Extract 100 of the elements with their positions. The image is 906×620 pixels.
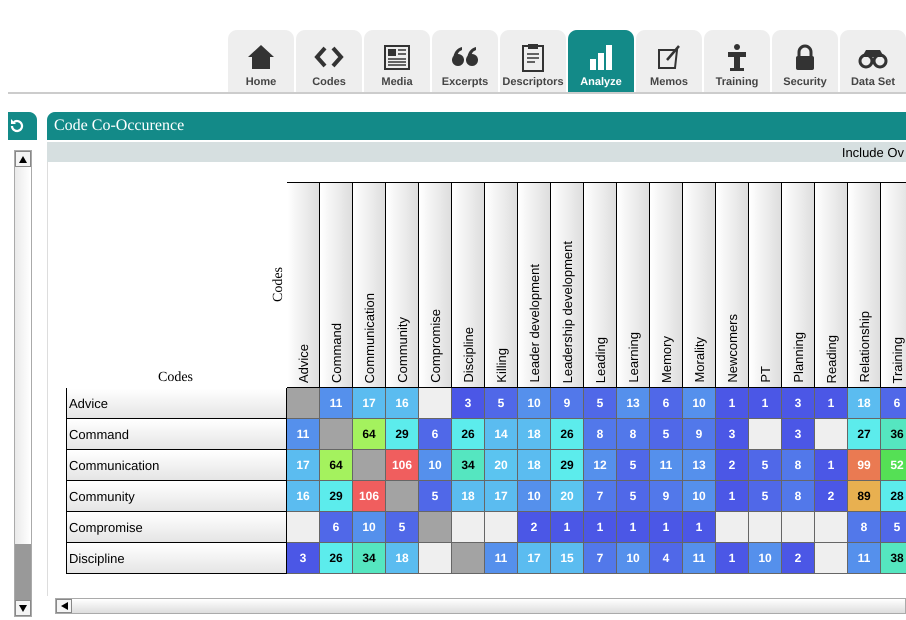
count-cell: 1 (584, 512, 617, 543)
tab[interactable]: Descriptors (500, 30, 566, 92)
column-header: Relationship (848, 182, 881, 388)
column-header: Compromise (419, 182, 452, 388)
include-option-label: Include Ov (842, 144, 904, 160)
column-axis-label: Codes (271, 267, 287, 302)
row-header: Communication (66, 450, 287, 481)
column-header: Advice (287, 182, 320, 388)
count-cell: 106 (353, 481, 386, 512)
row-axis-label: Codes (158, 370, 193, 386)
count-cell: 26 (551, 419, 584, 450)
count-cell: 6 (881, 388, 906, 419)
count-cell: 1 (683, 512, 716, 543)
tab[interactable]: Analyze (568, 30, 634, 92)
count-cell: 10 (683, 388, 716, 419)
count-cell: 28 (881, 481, 906, 512)
count-cell: 5 (485, 388, 518, 419)
horizontal-scrollbar[interactable] (55, 598, 906, 614)
count-cell: 5 (650, 419, 683, 450)
count-cell: 34 (353, 543, 386, 574)
count-cell: 10 (419, 450, 452, 481)
count-cell: 17 (353, 388, 386, 419)
count-cell: 10 (518, 481, 551, 512)
up-triangle-icon (19, 156, 27, 162)
column-header: Community (386, 182, 419, 388)
count-cell: 29 (320, 481, 353, 512)
count-cell: 3 (716, 419, 749, 450)
count-cell: 1 (716, 481, 749, 512)
tab[interactable]: Memos (636, 30, 702, 92)
column-header: Leading (584, 182, 617, 388)
count-cell: 38 (881, 543, 906, 574)
count-cell: 10 (683, 481, 716, 512)
row-header: Community (66, 481, 287, 512)
tab[interactable]: Home (228, 30, 294, 92)
count-cell: 5 (419, 481, 452, 512)
count-cell: 10 (749, 543, 782, 574)
count-cell: 11 (485, 543, 518, 574)
column-header: Newcomers (716, 182, 749, 388)
count-cell: 1 (716, 543, 749, 574)
row-header: Discipline (66, 543, 287, 574)
count-cell: 2 (815, 481, 848, 512)
count-cell: 29 (551, 450, 584, 481)
count-cell: 5 (386, 512, 419, 543)
count-cell: 6 (419, 419, 452, 450)
count-cell: 5 (881, 512, 906, 543)
column-header: Reading (815, 182, 848, 388)
count-cell: 10 (518, 388, 551, 419)
count-cell: 8 (848, 512, 881, 543)
count-cell: 18 (518, 450, 551, 481)
count-cell: 1 (815, 450, 848, 481)
count-cell: 1 (551, 512, 584, 543)
count-cell: 2 (518, 512, 551, 543)
count-cell: 15 (551, 543, 584, 574)
count-cell: 11 (320, 388, 353, 419)
count-cell: 3 (287, 543, 320, 574)
count-cell: 16 (287, 481, 320, 512)
count-cell: 9 (650, 481, 683, 512)
tab[interactable]: Security (772, 30, 838, 92)
column-header: Command (320, 182, 353, 388)
column-header: Communication (353, 182, 386, 388)
tab[interactable]: Codes (296, 30, 362, 92)
scroll-down-button[interactable] (15, 600, 31, 616)
tab[interactable]: Excerpts (432, 30, 498, 92)
column-header: PT (749, 182, 782, 388)
count-cell: 8 (584, 419, 617, 450)
count-cell: 106 (386, 450, 419, 481)
column-header: Memory (650, 182, 683, 388)
count-cell: 18 (848, 388, 881, 419)
count-cell: 1 (749, 388, 782, 419)
count-cell: 1 (716, 388, 749, 419)
count-cell: 5 (617, 481, 650, 512)
scroll-left-button[interactable] (56, 599, 72, 613)
column-header: Morality (683, 182, 716, 388)
count-cell: 18 (518, 419, 551, 450)
count-cell: 8 (782, 481, 815, 512)
tab[interactable]: Media (364, 30, 430, 92)
count-cell: 36 (881, 419, 906, 450)
vertical-scrollbar[interactable] (14, 150, 32, 617)
row-header: Compromise (66, 512, 287, 543)
count-cell: 11 (650, 450, 683, 481)
left-triangle-icon (60, 602, 68, 610)
row-header: Command (66, 419, 287, 450)
count-cell: 5 (749, 450, 782, 481)
refresh-icon[interactable] (8, 117, 26, 135)
column-header: Training (881, 182, 906, 388)
column-header: Discipline (452, 182, 485, 388)
count-cell: 5 (584, 388, 617, 419)
tab[interactable]: Data Set (840, 30, 906, 92)
count-cell: 6 (650, 388, 683, 419)
count-cell: 2 (782, 543, 815, 574)
scroll-thumb[interactable] (15, 544, 31, 600)
scroll-up-button[interactable] (15, 151, 31, 167)
count-cell: 10 (617, 543, 650, 574)
count-cell: 5 (749, 481, 782, 512)
tab[interactable]: Training (704, 30, 770, 92)
count-cell: 11 (287, 419, 320, 450)
count-cell: 10 (353, 512, 386, 543)
count-cell: 13 (617, 388, 650, 419)
count-cell: 5 (617, 450, 650, 481)
count-cell: 14 (485, 419, 518, 450)
